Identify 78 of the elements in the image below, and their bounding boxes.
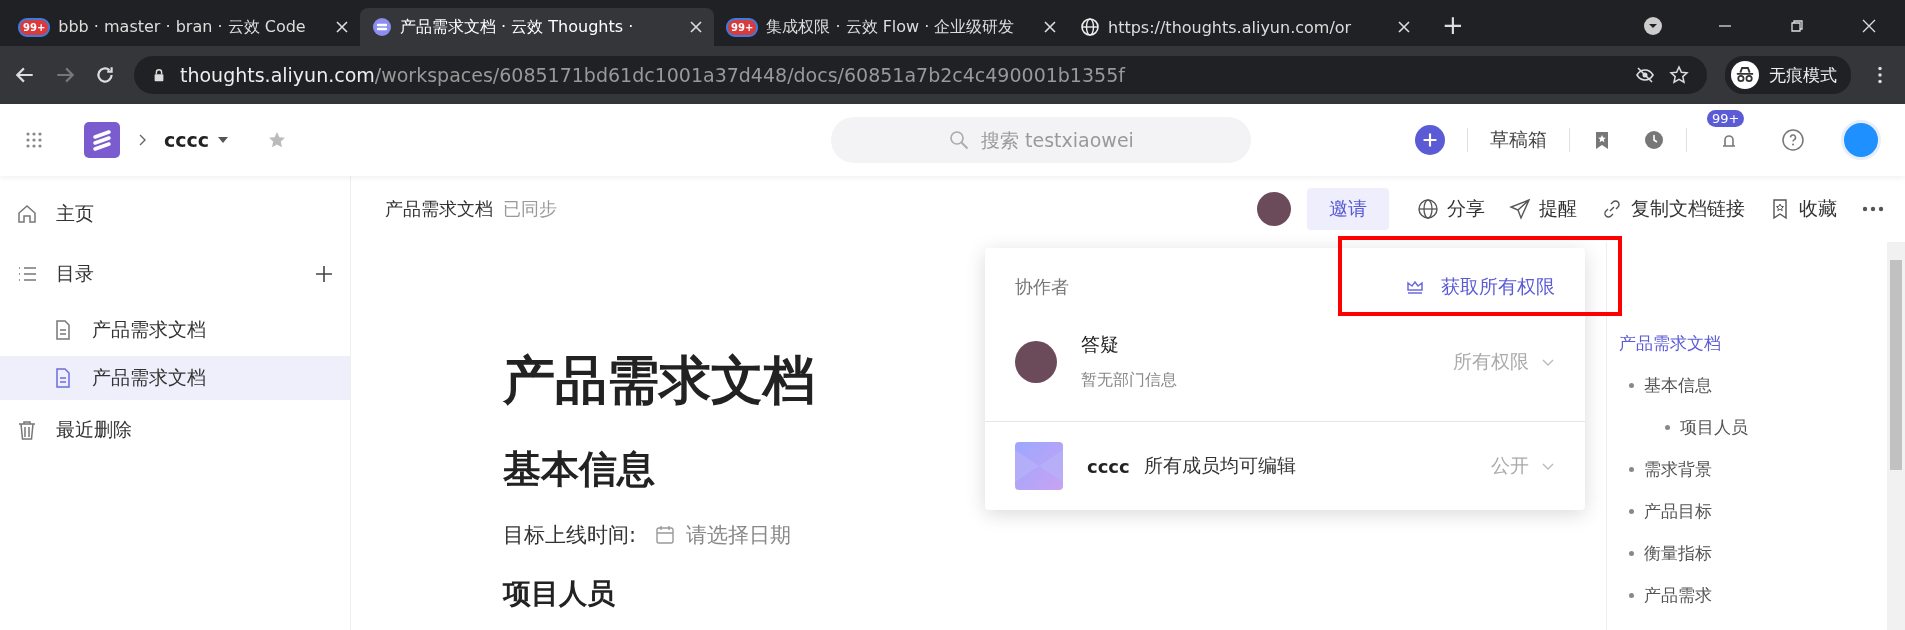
tab-title: 集成权限 · 云效 Flow · 企业级研发 [766,16,1016,38]
user-avatar [1015,340,1057,383]
reload-icon[interactable] [94,64,116,86]
link-icon [1601,198,1623,220]
member-department: 暂无部门信息 [1081,370,1177,391]
globe-icon [1417,198,1439,220]
member-name: 答疑 [1081,332,1120,357]
tab-title: 产品需求文档 · 云效 Thoughts · [400,16,635,38]
workspace-logo-icon [1015,442,1063,490]
get-permission-link[interactable]: 获取所有权限 [1405,274,1555,300]
notification-badge: 99+ [1707,110,1745,127]
close-icon[interactable] [690,21,702,33]
address-bar[interactable]: thoughts.aliyun.com/workspaces/6085171bd61dc1001a37d448/docs/60851a7b2c4c490001b1355f [134,56,1707,94]
toolbar-button[interactable]: 收藏 [1769,196,1837,222]
app-logo-icon [372,17,392,37]
sync-status: 已同步 [503,197,557,221]
new-tab-button[interactable]: + [1442,10,1464,40]
sidebar-item[interactable]: 目录 [0,248,350,300]
workspace-name: cccc [1087,455,1130,477]
date-picker[interactable]: 请选择日期 [654,521,792,549]
globe-icon [1080,17,1100,37]
user-avatar[interactable] [1841,120,1881,160]
clock-icon[interactable] [1644,130,1664,150]
workspace-name[interactable]: cccc [164,129,210,151]
section-heading: 基本信息 [503,446,655,493]
notification-badge: 99+ [18,17,51,37]
eye-off-icon[interactable] [1635,65,1655,85]
outline-item[interactable]: 基本信息 [1607,364,1887,406]
outline-item[interactable]: 衡量指标 [1607,532,1887,574]
search-icon [949,130,970,150]
sidebar-item[interactable]: 产品需求文档 [0,356,350,400]
close-icon[interactable] [1398,21,1410,33]
outline-item[interactable]: 项目人员 [1607,406,1887,448]
trash-icon [16,419,38,441]
tab-search-icon[interactable] [1643,16,1663,36]
document-breadcrumb[interactable]: 产品需求文档 [385,197,493,221]
tab-title: bbb · master · bran · 云效 Code [58,16,307,38]
browser-tab[interactable]: 99+ 集成权限 · 云效 Flow · 企业级研发 [714,8,1068,46]
sidebar-item[interactable]: 产品需求文档 [0,308,350,352]
close-icon[interactable] [336,21,348,33]
field-label: 目标上线时间: [503,522,637,549]
add-doc-button[interactable] [314,264,334,284]
lock-icon [152,68,166,82]
app-logo-icon[interactable] [84,122,120,158]
home-icon [16,203,38,225]
add-icon[interactable] [1415,125,1445,155]
toolbar-button[interactable]: 提醒 [1509,196,1577,222]
outline-item[interactable]: 产品目标 [1607,490,1887,532]
invite-button[interactable]: 邀请 [1307,188,1389,230]
close-icon[interactable] [1044,21,1056,33]
section-heading: 项目人员 [503,576,615,612]
incognito-icon [1731,61,1759,89]
search-field[interactable]: 搜索 testxiaowei [831,117,1252,163]
incognito-indicator[interactable]: 无痕模式 [1725,56,1851,94]
document-title: 产品需求文档 [503,349,815,412]
user-avatar[interactable] [1257,192,1291,226]
workspace-permission: 所有成员均可编辑 [1143,453,1296,478]
tab-title: https://thoughts.aliyun.com/or [1108,17,1353,37]
outline-item[interactable]: 需求背景 [1607,448,1887,490]
sidebar-item[interactable]: 最近删除 [0,404,350,456]
browser-tab[interactable]: 产品需求文档 · 云效 Thoughts · [360,8,714,46]
notification-badge: 99+ [726,17,759,37]
app-grid-icon[interactable] [24,130,44,150]
calendar-icon [654,524,677,546]
browser-tab[interactable]: 99+ bbb · master · bran · 云效 Code [6,8,360,46]
outline-item[interactable]: 产品需求 [1607,574,1887,616]
send-icon [1509,198,1531,220]
star-icon[interactable] [1669,65,1689,85]
url-text: thoughts.aliyun.com/workspaces/6085171bd61dc1001a37d448/docs/60851a7b2c4c490001b1355f [180,64,1125,86]
sidebar-item[interactable]: 主页 [0,188,350,240]
scrollbar[interactable] [1887,242,1905,630]
drafts-link[interactable]: 草稿箱 [1490,127,1547,153]
browser-tab[interactable]: https://thoughts.aliyun.com/or [1068,8,1422,46]
toolbar-button[interactable]: 复制文档链接 [1601,196,1745,222]
popup-title: 协作者 [1015,275,1069,299]
outline-item[interactable]: 产品需求文档 [1607,322,1887,364]
toolbar-button[interactable]: 分享 [1417,196,1485,222]
help-icon[interactable] [1781,128,1805,152]
